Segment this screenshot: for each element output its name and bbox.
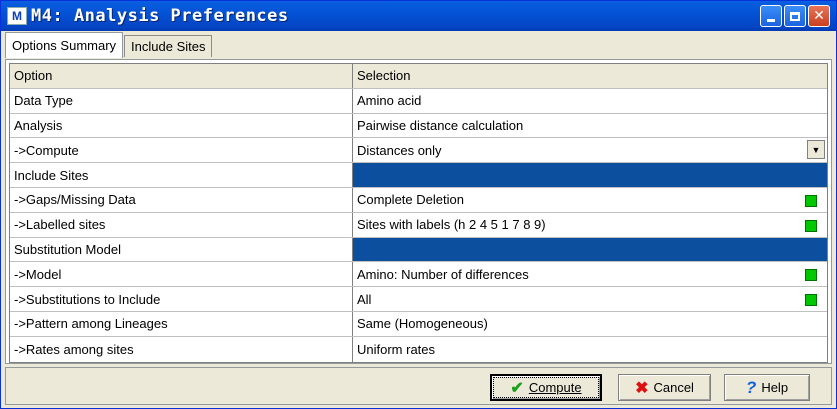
table-row[interactable]: Data Type Amino acid	[10, 88, 827, 114]
checkmark-icon: ✔	[510, 379, 524, 397]
chevron-down-icon: ▼	[811, 144, 821, 155]
status-indicator-icon	[805, 194, 817, 207]
compute-button[interactable]: ✔ Compute	[490, 374, 602, 401]
help-question-icon: ?	[745, 377, 757, 397]
selection-value: Distances only	[357, 142, 442, 158]
analysis-preferences-window: M M4: Analysis Preferences ✕ Options Sum…	[0, 0, 837, 409]
option-label: ->Gaps/Missing Data	[10, 187, 353, 212]
app-logo-icon: M	[7, 7, 27, 25]
selection-value: Complete Deletion	[357, 192, 464, 208]
option-label: ->Pattern among Lineages	[10, 311, 353, 336]
option-label: Analysis	[10, 113, 353, 138]
table-row[interactable]: ->Model Amino: Number of differences	[10, 262, 827, 288]
tab-include-sites[interactable]: Include Sites	[124, 35, 213, 57]
tab-options-summary[interactable]: Options Summary	[5, 32, 124, 58]
section-highlight	[353, 237, 827, 262]
selection-value: Same (Homogeneous)	[357, 316, 488, 332]
dropdown-button[interactable]: ▼	[807, 140, 825, 160]
help-button-label: Help	[761, 380, 789, 395]
option-label: ->Substitutions to Include	[10, 287, 353, 311]
button-bar: ✔ Compute ✖ Cancel ? Help	[5, 367, 832, 405]
options-panel: Option Selection Data Type Amino acid An…	[5, 59, 832, 364]
section-label: Include Sites	[10, 163, 353, 187]
compute-button-label: Compute	[528, 380, 582, 395]
selection-value: Pairwise distance calculation	[357, 117, 524, 133]
close-button[interactable]: ✕	[808, 5, 830, 27]
tab-strip: Options Summary Include Sites	[1, 31, 836, 58]
cancel-x-icon: ✖	[635, 379, 649, 397]
option-label: ->Labelled sites	[10, 212, 353, 237]
selection-value-cell: Complete Deletion	[353, 188, 827, 212]
column-header-selection: Selection	[357, 68, 411, 84]
option-label: ->Compute	[10, 138, 353, 163]
help-button[interactable]: ? Help	[724, 374, 810, 401]
table-row[interactable]: ->Substitutions to Include All	[10, 287, 827, 312]
option-label: Data Type	[10, 88, 353, 113]
grid-header: Option Selection	[10, 64, 827, 89]
table-row[interactable]: Include Sites	[10, 163, 827, 188]
minimize-icon	[767, 18, 775, 22]
close-icon: ✕	[813, 8, 825, 24]
cancel-button-label: Cancel	[653, 380, 694, 395]
title-bar[interactable]: M M4: Analysis Preferences ✕	[1, 1, 836, 31]
minimize-button[interactable]	[760, 5, 782, 27]
status-indicator-icon	[805, 219, 817, 232]
window-controls: ✕	[760, 5, 830, 27]
table-row[interactable]: ->Compute Distances only ▼	[10, 138, 827, 164]
table-row[interactable]: ->Labelled sites Sites with labels (h 2 …	[10, 212, 827, 238]
selection-value-cell: Sites with labels (h 2 4 5 1 7 8 9)	[353, 213, 827, 237]
maximize-button[interactable]	[784, 5, 806, 27]
selection-value-cell: All	[353, 287, 827, 311]
cancel-button[interactable]: ✖ Cancel	[618, 374, 711, 401]
table-row[interactable]: ->Rates among sites Uniform rates	[10, 336, 827, 362]
status-indicator-icon	[805, 294, 817, 307]
table-row[interactable]: ->Pattern among Lineages Same (Homogeneo…	[10, 311, 827, 337]
selection-value: Amino acid	[357, 93, 422, 109]
selection-value-cell: Amino: Number of differences	[353, 262, 827, 286]
window-title: M4: Analysis Preferences	[31, 6, 289, 26]
maximize-icon	[790, 11, 800, 21]
selection-value: All	[357, 291, 372, 307]
column-header-option: Option	[10, 64, 353, 88]
selection-value: Sites with labels (h 2 4 5 1 7 8 9)	[357, 217, 546, 233]
selection-value: Amino: Number of differences	[357, 266, 529, 282]
section-highlight	[353, 163, 827, 187]
table-row[interactable]: ->Gaps/Missing Data Complete Deletion	[10, 187, 827, 213]
selection-value: Uniform rates	[357, 341, 436, 357]
option-label: ->Model	[10, 262, 353, 287]
table-row[interactable]: Analysis Pairwise distance calculation	[10, 113, 827, 139]
section-label: Substitution Model	[10, 237, 353, 262]
option-label: ->Rates among sites	[10, 336, 353, 362]
compute-select[interactable]: Distances only ▼	[353, 138, 827, 162]
table-row[interactable]: Substitution Model	[10, 237, 827, 263]
options-grid: Option Selection Data Type Amino acid An…	[9, 63, 828, 363]
status-indicator-icon	[805, 269, 817, 282]
